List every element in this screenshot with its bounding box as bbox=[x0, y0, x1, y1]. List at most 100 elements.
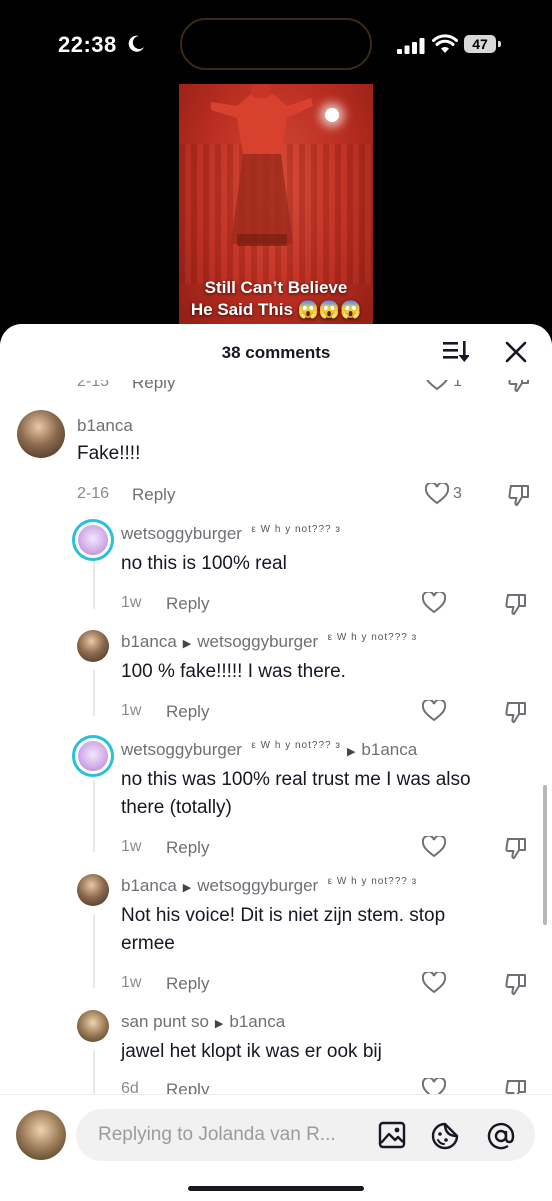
battery-level: 47 bbox=[464, 35, 496, 53]
comment-text: 100 % fake!!!!! I was there. bbox=[121, 661, 346, 682]
comment-meta: 1w Reply bbox=[121, 972, 541, 998]
my-avatar[interactable] bbox=[16, 1110, 66, 1160]
comment-meta: 1w Reply bbox=[121, 592, 541, 618]
reply-input[interactable]: Replying to Jolanda van R... bbox=[76, 1109, 535, 1161]
heart-icon[interactable] bbox=[422, 1078, 446, 1094]
comment-date: 2-16 bbox=[77, 485, 110, 502]
cellular-signal-icon bbox=[397, 38, 425, 54]
comment-date: 1w bbox=[121, 974, 142, 991]
comment-text: jawel het klopt ik was er ook bij bbox=[121, 1041, 382, 1062]
reply-to-username[interactable]: b1anca bbox=[361, 740, 417, 759]
comment-username[interactable]: wetsoggyburger ε W h y not??? ɜ bbox=[121, 524, 341, 544]
reply-button[interactable]: Reply bbox=[132, 380, 175, 393]
comment-input-bar: Replying to Jolanda van R... bbox=[0, 1094, 552, 1201]
comment-text: no this is 100% real bbox=[121, 553, 287, 574]
comments-sheet: 38 comments 2-15 Reply 1 b1anca Fake!!!!… bbox=[0, 324, 552, 1200]
battery-icon: 47 bbox=[464, 35, 502, 53]
comment-date: 2-15 bbox=[77, 380, 110, 390]
dynamic-island bbox=[180, 18, 372, 70]
home-indicator[interactable] bbox=[188, 1186, 364, 1191]
avatar[interactable] bbox=[72, 735, 114, 777]
reply-to-username[interactable]: b1anca bbox=[229, 1012, 285, 1031]
heart-icon[interactable] bbox=[425, 380, 449, 391]
username-decoration: ε W h y not??? ɜ bbox=[327, 876, 418, 887]
comment-date: 1w bbox=[121, 838, 142, 855]
performer-figure bbox=[211, 84, 313, 246]
username-decoration: ε W h y not??? ɜ bbox=[327, 632, 418, 643]
stage-light bbox=[325, 108, 339, 122]
comment-text-line2: ermee bbox=[121, 933, 175, 954]
comments-list[interactable]: 2-15 Reply 1 b1anca Fake!!!! 2-16 Reply … bbox=[0, 380, 552, 1094]
username-decoration: ε W h y not??? ɜ bbox=[251, 524, 341, 535]
heart-icon[interactable] bbox=[422, 836, 446, 858]
sort-icon[interactable] bbox=[443, 340, 469, 364]
comment-username[interactable]: b1anca ▶ wetsoggyburger ε W h y not??? ɜ bbox=[121, 632, 417, 652]
reply-button[interactable]: Reply bbox=[166, 1080, 209, 1094]
dislike-icon[interactable] bbox=[507, 380, 531, 393]
status-bar: 22:38 47 bbox=[0, 0, 552, 80]
thread-line bbox=[93, 561, 95, 609]
comment-meta: 2-16 Reply 3 bbox=[77, 483, 537, 509]
comment-meta: 1w Reply bbox=[121, 700, 541, 726]
heart-icon[interactable] bbox=[422, 972, 446, 994]
comment-meta: 1w Reply bbox=[121, 836, 541, 862]
heart-icon[interactable] bbox=[422, 592, 446, 614]
comment-date: 1w bbox=[121, 594, 142, 611]
mention-icon[interactable] bbox=[486, 1121, 516, 1151]
reply-to-username[interactable]: wetsoggyburger bbox=[197, 876, 318, 895]
reply-button[interactable]: Reply bbox=[166, 974, 209, 994]
dislike-icon[interactable] bbox=[504, 700, 528, 724]
reply-button[interactable]: Reply bbox=[132, 485, 175, 505]
heart-icon[interactable] bbox=[422, 700, 446, 722]
focus-moon-icon bbox=[128, 35, 144, 52]
username-decoration: ε W h y not??? ɜ bbox=[251, 740, 341, 751]
reply-button[interactable]: Reply bbox=[166, 838, 209, 858]
emoji-sticker-icon[interactable] bbox=[430, 1121, 460, 1151]
reply-arrow-icon: ▶ bbox=[182, 882, 192, 894]
avatar[interactable] bbox=[77, 874, 109, 906]
comment-meta: 6d Reply bbox=[121, 1078, 541, 1094]
video-preview[interactable]: Still Can’t Believe He Said This 😱😱😱 bbox=[179, 84, 373, 334]
video-caption-line1: Still Can’t Believe bbox=[204, 278, 348, 297]
image-icon[interactable] bbox=[378, 1121, 406, 1149]
comment-date: 6d bbox=[121, 1080, 139, 1094]
thread-line bbox=[93, 915, 95, 988]
like-count: 1 bbox=[453, 380, 462, 390]
comment-text-line1: no this was 100% real trust me I was als… bbox=[121, 769, 471, 790]
video-caption-line2: He Said This 😱😱😱 bbox=[190, 300, 362, 319]
dislike-icon[interactable] bbox=[504, 972, 528, 996]
heart-icon[interactable] bbox=[425, 483, 449, 505]
reply-placeholder: Replying to Jolanda van R... bbox=[98, 1124, 336, 1145]
comment-username[interactable]: b1anca ▶ wetsoggyburger ε W h y not??? ɜ bbox=[121, 876, 417, 896]
reply-button[interactable]: Reply bbox=[166, 594, 209, 614]
wifi-icon bbox=[432, 34, 458, 53]
thread-line bbox=[93, 780, 95, 852]
comment-username[interactable]: san punt so ▶ b1anca bbox=[121, 1012, 285, 1032]
scrollbar[interactable] bbox=[543, 785, 547, 925]
reply-arrow-icon: ▶ bbox=[214, 1018, 224, 1030]
avatar[interactable] bbox=[77, 630, 109, 662]
dislike-icon[interactable] bbox=[504, 592, 528, 616]
comment-date: 1w bbox=[121, 702, 142, 719]
close-icon[interactable] bbox=[505, 341, 527, 363]
reply-arrow-icon: ▶ bbox=[346, 746, 356, 758]
avatar[interactable] bbox=[77, 1010, 109, 1042]
comment-text-line2: there (totally) bbox=[121, 797, 232, 818]
comment-text: Fake!!!! bbox=[77, 443, 141, 464]
thread-line bbox=[93, 670, 95, 716]
comment-count: 38 comments bbox=[221, 343, 331, 362]
dislike-icon[interactable] bbox=[504, 836, 528, 860]
comments-header: 38 comments bbox=[0, 324, 552, 380]
reply-to-username[interactable]: wetsoggyburger bbox=[197, 632, 318, 651]
avatar[interactable] bbox=[72, 519, 114, 561]
status-time: 22:38 bbox=[58, 32, 117, 57]
avatar[interactable] bbox=[17, 410, 65, 458]
comment-meta: 2-15 Reply 1 bbox=[77, 380, 537, 395]
comment-text-line1: Not his voice! Dit is niet zijn stem. st… bbox=[121, 905, 446, 926]
reply-button[interactable]: Reply bbox=[166, 702, 209, 722]
dislike-icon[interactable] bbox=[507, 483, 531, 507]
comment-username[interactable]: b1anca bbox=[77, 416, 133, 436]
dislike-icon[interactable] bbox=[504, 1078, 528, 1094]
reply-arrow-icon: ▶ bbox=[182, 638, 192, 650]
comment-username[interactable]: wetsoggyburger ε W h y not??? ɜ▶ b1anca bbox=[121, 740, 417, 760]
